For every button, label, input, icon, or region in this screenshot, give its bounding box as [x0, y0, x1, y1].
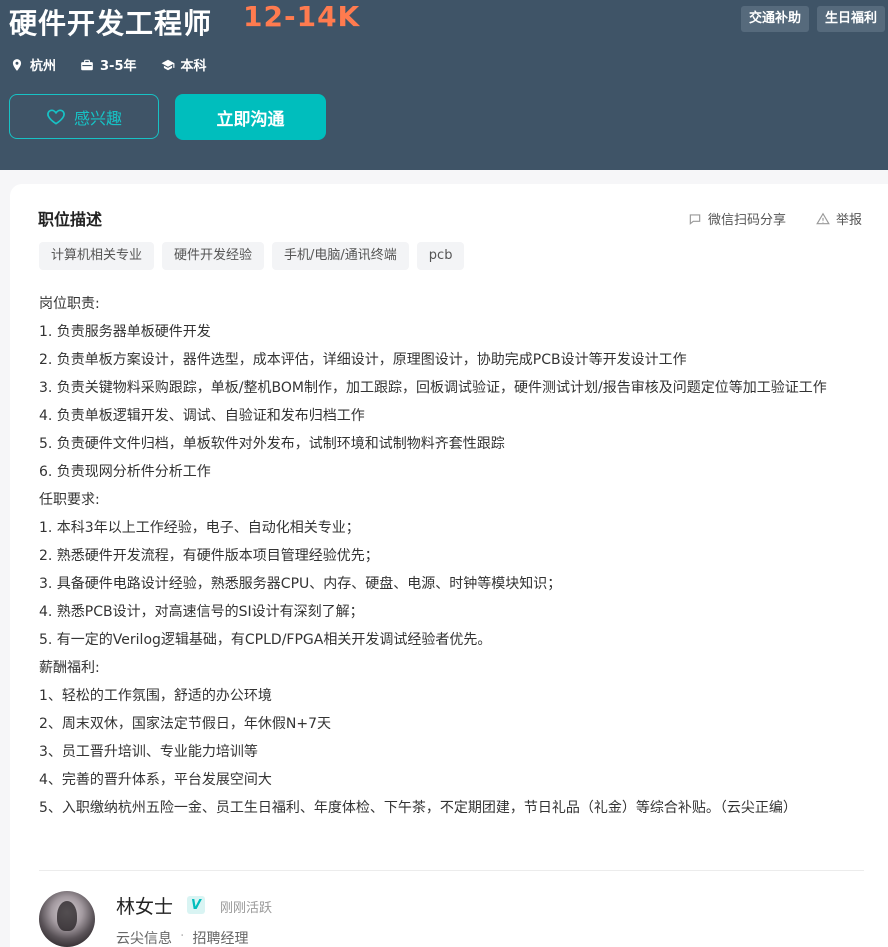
skill-tag: 手机/电脑/通讯终端 — [272, 242, 409, 270]
job-meta: 杭州 3-5年 本科 — [10, 55, 207, 74]
description-line: 2. 熟悉硬件开发流程，有硬件版本项目管理经验优先； — [39, 548, 379, 564]
card-actions: 微信扫码分享 举报 — [688, 209, 862, 228]
description-line: 2、周末双休，国家法定节假日，年休假N+7天 — [39, 716, 332, 732]
skill-tags: 计算机相关专业 硬件开发经验 手机/电脑/通讯终端 pcb — [39, 242, 465, 270]
graduation-cap-icon — [161, 59, 174, 70]
separator: · — [180, 928, 185, 944]
description-line: 3. 具备硬件电路设计经验，熟悉服务器CPU、内存、硬盘、电源、时钟等模块知识； — [39, 576, 562, 592]
wechat-share-button[interactable]: 微信扫码分享 — [688, 209, 786, 228]
description-line: 4、完善的晋升体系，平台发展空间大 — [39, 772, 272, 788]
description-line: 5. 有一定的Verilog逻辑基础，有CPLD/FPGA相关开发调试经验者优先… — [39, 632, 492, 648]
meta-location: 杭州 — [10, 55, 56, 74]
description-line: 4. 负责单板逻辑开发、调试、自验证和发布归档工作 — [39, 408, 365, 424]
divider — [39, 870, 864, 871]
heart-icon — [47, 108, 65, 125]
description-line: 1. 本科3年以上工作经验，电子、自动化相关专业； — [39, 520, 360, 536]
job-header: 硬件开发工程师 12-14K 交通补助 生日福利 杭州 3-5年 本科 感兴趣 … — [0, 0, 888, 170]
description-line: 4. 熟悉PCB设计，对高速信号的SI设计有深刻了解； — [39, 604, 364, 620]
recruiter-active-status: 刚刚活跃 — [220, 901, 273, 916]
description-line: 6. 负责现网分析件分析工作 — [39, 464, 211, 480]
description-line: 1、轻松的工作氛围，舒适的办公环境 — [39, 688, 272, 704]
location-pin-icon — [12, 58, 22, 71]
description-line: 5、入职缴纳杭州五险一金、员工生日福利、年度体检、下午茶，不定期团建，节日礼品（… — [39, 800, 797, 816]
benefit-tag: 生日福利 — [816, 6, 885, 32]
chat-bubble-icon — [689, 213, 701, 225]
description-line: 岗位职责: — [39, 296, 100, 312]
skill-tag: 计算机相关专业 — [39, 242, 155, 270]
description-line: 薪酬福利: — [39, 660, 100, 676]
skill-tag: pcb — [416, 242, 465, 270]
job-description: 岗位职责: 1. 负责服务器单板硬件开发 2. 负责单板方案设计，器件选型，成本… — [39, 290, 871, 822]
benefit-tag: 交通补助 — [740, 6, 809, 32]
verified-badge-text: V — [190, 897, 202, 913]
share-label: 微信扫码分享 — [707, 213, 786, 228]
description-line: 3. 负责关键物料采购跟踪，单板/整机BOM制作，加工跟踪，回板调试验证，硬件测… — [39, 380, 827, 396]
description-line: 3、员工晋升培训、专业能力培训等 — [39, 744, 258, 760]
location-text: 杭州 — [30, 59, 57, 74]
job-detail-card: 职位描述 微信扫码分享 举报 计算机相关专业 硬件开发经验 手机/电脑/通讯终端… — [10, 184, 888, 947]
briefcase-icon — [81, 59, 93, 70]
recruiter-company-line: 云尖信息 · 招聘经理 — [116, 928, 248, 947]
warning-icon — [816, 212, 830, 224]
company-name: 云尖信息 — [116, 931, 172, 947]
recruiter-role: 招聘经理 — [192, 931, 249, 947]
interest-label: 感兴趣 — [73, 108, 122, 128]
salary: 12-14K — [243, 0, 361, 33]
verified-badge-icon: V — [187, 896, 205, 914]
degree-text: 本科 — [180, 59, 207, 74]
meta-experience: 3-5年 — [80, 55, 137, 74]
recruiter-avatar[interactable] — [39, 891, 95, 947]
chat-now-button[interactable]: 立即沟通 — [175, 94, 326, 140]
job-title: 硬件开发工程师 — [9, 7, 213, 40]
description-line: 任职要求: — [39, 492, 100, 508]
benefit-tags: 交通补助 生日福利 — [740, 6, 885, 32]
skill-tag: 硬件开发经验 — [162, 242, 265, 270]
description-line: 2. 负责单板方案设计，器件选型，成本评估，详细设计，原理图设计，协助完成PCB… — [39, 352, 687, 368]
report-button[interactable]: 举报 — [816, 209, 862, 228]
interest-button[interactable]: 感兴趣 — [9, 94, 159, 139]
report-label: 举报 — [835, 213, 862, 228]
meta-degree: 本科 — [161, 55, 207, 74]
experience-text: 3-5年 — [100, 59, 137, 74]
description-line: 5. 负责硬件文件归档，单板软件对外发布，试制环境和试制物料齐套性跟踪 — [39, 436, 505, 452]
description-line: 1. 负责服务器单板硬件开发 — [39, 324, 211, 340]
section-title: 职位描述 — [38, 210, 103, 229]
recruiter-name: 林女士 — [116, 896, 174, 918]
